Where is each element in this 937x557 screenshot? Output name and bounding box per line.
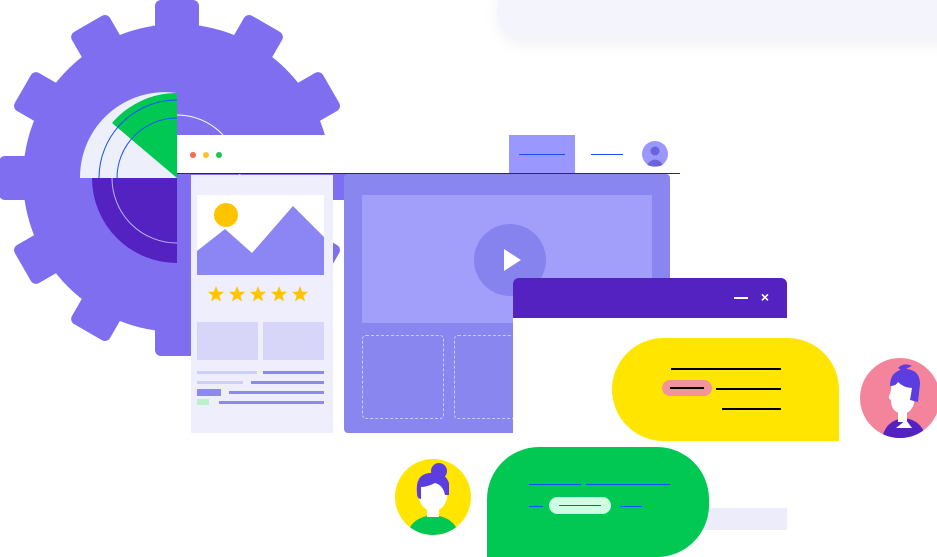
message-line (716, 388, 781, 390)
message-highlight (549, 497, 611, 514)
nav-tab-link[interactable] (591, 154, 623, 155)
video-thumbnail[interactable] (362, 335, 444, 419)
sun-icon (214, 203, 238, 227)
close-icon[interactable]: × (757, 288, 773, 306)
message-line (670, 387, 704, 389)
female-avatar-figure (407, 463, 459, 535)
text-line (197, 389, 221, 396)
mountain-image (197, 203, 324, 275)
message-highlight (662, 380, 712, 396)
message-line (620, 506, 642, 507)
star-icon (291, 286, 309, 302)
message-line (671, 368, 781, 370)
message-line (529, 484, 581, 485)
star-icon (270, 286, 288, 302)
text-line (219, 401, 324, 404)
window-dot-red-icon[interactable] (190, 152, 196, 158)
user-avatar-icon[interactable] (642, 141, 668, 167)
text-line (263, 371, 324, 374)
image-placeholder-icon (197, 195, 324, 275)
user-silhouette-icon (646, 146, 664, 166)
product-card (191, 175, 333, 433)
message-line (559, 505, 601, 506)
browser-bar (177, 135, 680, 174)
male-avatar-icon (860, 358, 937, 438)
chat-input[interactable] (703, 508, 787, 530)
thumbnail-box (197, 322, 258, 360)
text-line (197, 371, 257, 374)
chat-bubble-incoming (612, 338, 839, 441)
star-icon (249, 286, 267, 302)
chat-header: × (513, 278, 787, 318)
minimize-icon[interactable] (734, 297, 748, 299)
star-icon (228, 286, 246, 302)
window-dot-yellow-icon[interactable] (203, 152, 209, 158)
nav-tab-active[interactable] (509, 135, 575, 173)
text-line (229, 391, 324, 394)
text-line (197, 381, 243, 384)
female-avatar-icon (395, 459, 471, 535)
play-icon (504, 249, 521, 271)
nav-tab-active-label (519, 154, 565, 155)
male-avatar-figure (882, 364, 926, 438)
message-line (586, 484, 670, 485)
star-icon (207, 286, 225, 302)
message-line (722, 408, 781, 410)
window-dot-green-icon[interactable] (216, 152, 222, 158)
text-line (197, 399, 209, 405)
top-card (497, 0, 937, 38)
thumbnail-box (263, 322, 324, 360)
text-line (251, 381, 324, 384)
message-line (529, 506, 543, 507)
chat-bubble-outgoing (487, 447, 709, 557)
rating-stars (207, 286, 309, 302)
